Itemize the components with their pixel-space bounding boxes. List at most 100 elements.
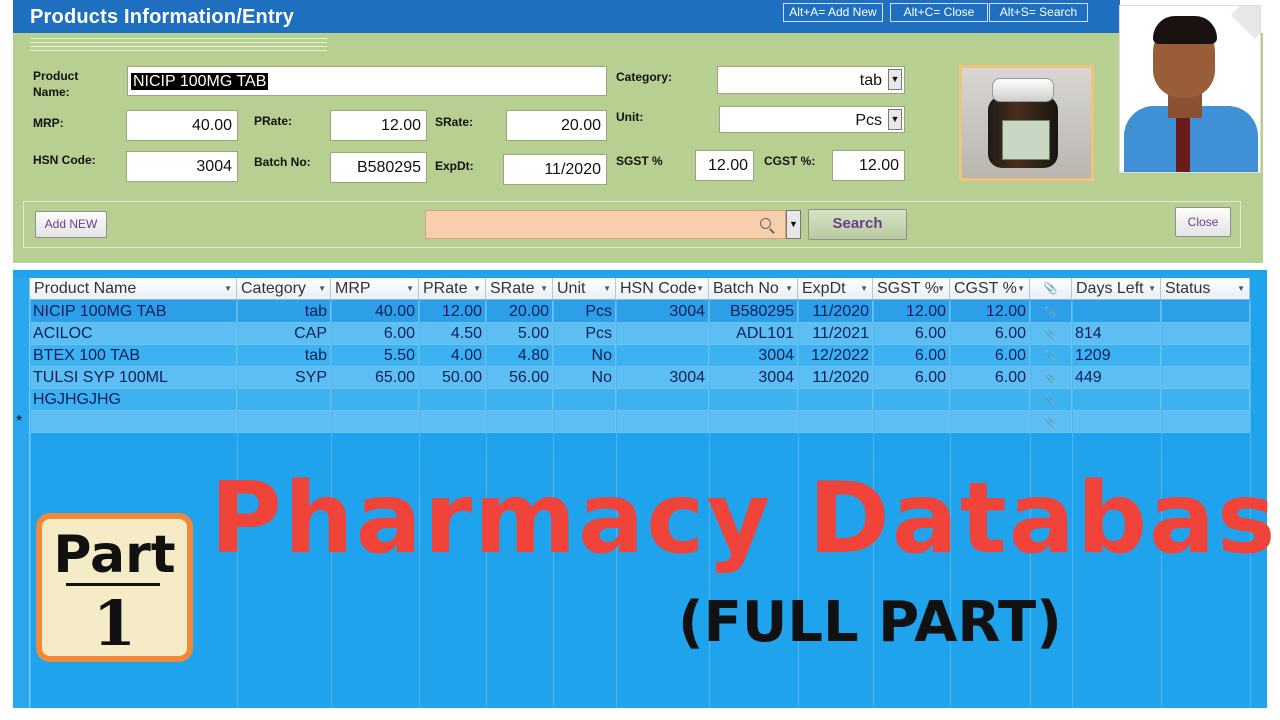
table-cell[interactable] <box>1161 389 1250 411</box>
hotkey-add-new[interactable]: Alt+A= Add New <box>783 3 883 22</box>
table-cell[interactable]: 12/2022 <box>798 345 873 367</box>
hotkey-search[interactable]: Alt+S= Search <box>989 3 1088 22</box>
column-header[interactable]: Unit ▼ <box>553 278 616 300</box>
table-cell[interactable] <box>950 389 1030 411</box>
table-cell[interactable]: 56.00 <box>486 367 553 389</box>
sort-arrow-icon[interactable]: ▼ <box>603 278 611 299</box>
attachment-cell[interactable]: 📎(0) <box>1030 367 1072 389</box>
table-cell[interactable] <box>331 411 419 433</box>
table-cell[interactable]: 3004 <box>616 367 709 389</box>
table-cell[interactable]: 4.50 <box>419 323 486 345</box>
table-cell[interactable] <box>486 389 553 411</box>
table-cell[interactable]: 12.00 <box>950 301 1030 323</box>
attachment-cell[interactable]: 📎(0) <box>1030 323 1072 345</box>
table-cell[interactable] <box>30 411 237 433</box>
table-cell[interactable]: 11/2020 <box>798 367 873 389</box>
sort-arrow-icon[interactable]: ▼ <box>696 278 704 299</box>
table-cell[interactable]: 449 <box>1072 367 1161 389</box>
table-cell[interactable]: 3004 <box>709 345 798 367</box>
column-header[interactable]: Product Name ▼ <box>30 278 237 300</box>
table-cell[interactable]: 6.00 <box>950 367 1030 389</box>
table-cell[interactable] <box>1072 301 1161 323</box>
batch-no-field[interactable]: B580295 <box>330 152 427 183</box>
table-cell[interactable] <box>873 411 950 433</box>
table-cell[interactable]: 6.00 <box>950 323 1030 345</box>
table-cell[interactable]: 814 <box>1072 323 1161 345</box>
table-cell[interactable] <box>950 411 1030 433</box>
table-cell[interactable]: No <box>553 367 616 389</box>
table-cell[interactable]: B580295 <box>709 301 798 323</box>
add-new-button[interactable]: Add NEW <box>35 211 107 238</box>
table-cell[interactable]: Pcs <box>553 323 616 345</box>
table-cell[interactable]: 1209 <box>1072 345 1161 367</box>
table-cell[interactable] <box>237 389 331 411</box>
table-cell[interactable]: BTEX 100 TAB <box>30 345 237 367</box>
table-cell[interactable] <box>1161 367 1250 389</box>
column-header[interactable]: Status ▼ <box>1161 278 1250 300</box>
table-cell[interactable]: 6.00 <box>331 323 419 345</box>
attachment-cell[interactable]: 📎(0) <box>1030 411 1072 433</box>
hsn-code-field[interactable]: 3004 <box>126 151 238 182</box>
table-cell[interactable] <box>798 389 873 411</box>
table-cell[interactable] <box>616 411 709 433</box>
table-cell[interactable] <box>419 389 486 411</box>
table-cell[interactable] <box>237 411 331 433</box>
category-select[interactable]: tab ▼ <box>717 66 905 94</box>
column-header-attachments[interactable]: 📎 <box>1030 278 1072 300</box>
table-cell[interactable] <box>1161 323 1250 345</box>
attachment-cell[interactable]: 📎(0) <box>1030 389 1072 411</box>
close-button[interactable]: Close <box>1175 207 1231 237</box>
table-cell[interactable]: ADL101 <box>709 323 798 345</box>
column-header[interactable]: SGST % ▼ <box>873 278 950 300</box>
table-cell[interactable]: NICIP 100MG TAB <box>30 301 237 323</box>
dropdown-arrow-icon[interactable]: ▼ <box>888 109 902 130</box>
column-header[interactable]: Category ▼ <box>237 278 331 300</box>
attachment-cell[interactable]: 📎(0) <box>1030 345 1072 367</box>
sort-arrow-icon[interactable]: ▼ <box>1237 278 1245 299</box>
column-header[interactable]: Days Left ▼ <box>1072 278 1161 300</box>
table-cell[interactable] <box>709 411 798 433</box>
table-cell[interactable]: 4.80 <box>486 345 553 367</box>
column-header[interactable]: ExpDt ▼ <box>798 278 873 300</box>
table-cell[interactable] <box>616 345 709 367</box>
table-cell[interactable]: 12.00 <box>873 301 950 323</box>
sort-arrow-icon[interactable]: ▼ <box>540 278 548 299</box>
prate-field[interactable]: 12.00 <box>330 110 427 141</box>
dropdown-arrow-icon[interactable]: ▼ <box>786 210 801 239</box>
search-button[interactable]: Search <box>808 209 907 240</box>
table-cell[interactable]: 11/2020 <box>798 301 873 323</box>
table-cell[interactable]: 3004 <box>616 301 709 323</box>
table-cell[interactable]: 5.50 <box>331 345 419 367</box>
sort-arrow-icon[interactable]: ▼ <box>785 278 793 299</box>
table-cell[interactable] <box>798 411 873 433</box>
table-cell[interactable]: No <box>553 345 616 367</box>
mrp-field[interactable]: 40.00 <box>126 110 238 141</box>
table-cell[interactable] <box>616 389 709 411</box>
unit-select[interactable]: Pcs ▼ <box>719 106 905 133</box>
srate-field[interactable]: 20.00 <box>506 110 607 141</box>
column-header[interactable]: MRP ▼ <box>331 278 419 300</box>
attachment-cell[interactable]: 📎(0) <box>1030 301 1072 323</box>
table-cell[interactable]: ACILOC <box>30 323 237 345</box>
column-header[interactable]: PRate ▼ <box>419 278 486 300</box>
table-cell[interactable]: tab <box>237 301 331 323</box>
table-cell[interactable]: 6.00 <box>873 367 950 389</box>
table-cell[interactable]: TULSI SYP 100ML <box>30 367 237 389</box>
column-header[interactable]: CGST % ▼ <box>950 278 1030 300</box>
table-cell[interactable]: 3004 <box>709 367 798 389</box>
sort-arrow-icon[interactable]: ▼ <box>224 278 232 299</box>
table-cell[interactable]: 11/2021 <box>798 323 873 345</box>
sort-arrow-icon[interactable]: ▼ <box>318 278 326 299</box>
table-cell[interactable] <box>1161 301 1250 323</box>
table-cell[interactable] <box>709 389 798 411</box>
table-cell[interactable]: 20.00 <box>486 301 553 323</box>
sort-arrow-icon[interactable]: ▼ <box>1148 278 1156 299</box>
table-cell[interactable]: SYP <box>237 367 331 389</box>
sort-arrow-icon[interactable]: ▼ <box>1017 278 1025 299</box>
table-cell[interactable]: Pcs <box>553 301 616 323</box>
table-cell[interactable] <box>419 411 486 433</box>
table-cell[interactable]: 6.00 <box>873 323 950 345</box>
hotkey-close[interactable]: Alt+C= Close <box>890 3 988 22</box>
table-cell[interactable]: 40.00 <box>331 301 419 323</box>
table-cell[interactable] <box>1161 345 1250 367</box>
